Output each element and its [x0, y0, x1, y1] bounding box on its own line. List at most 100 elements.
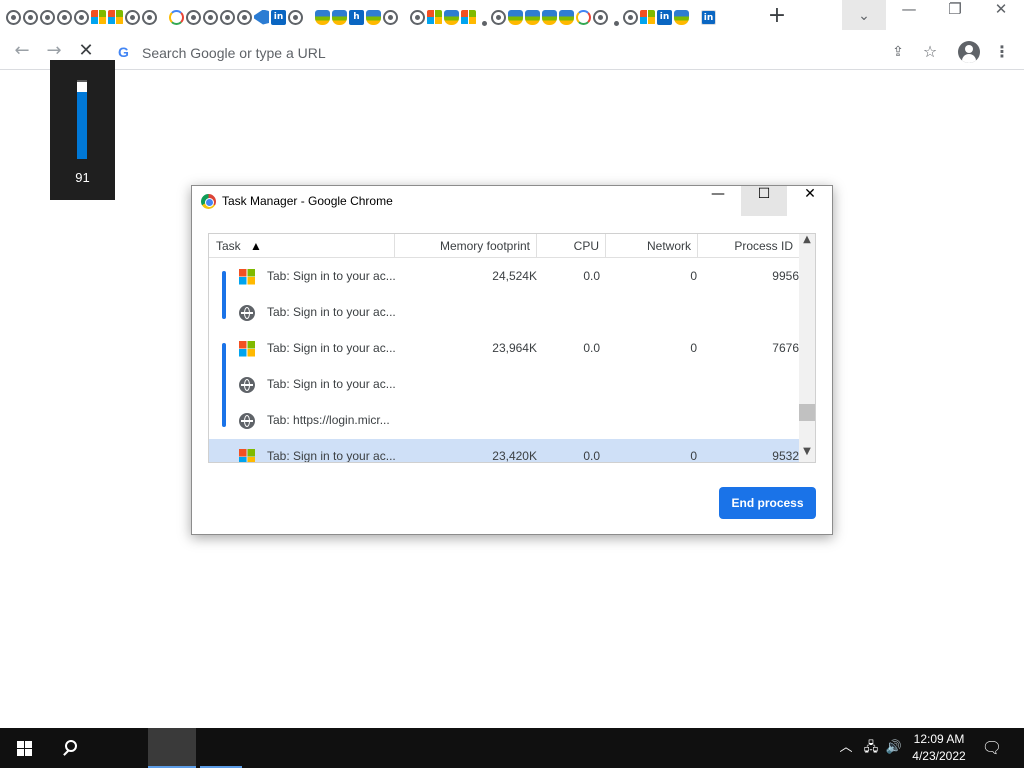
- process-id-value: 7676: [772, 341, 799, 355]
- tab-favicon-small[interactable]: [482, 21, 487, 26]
- window-close-button[interactable]: ✕: [978, 0, 1024, 30]
- tab-favicon-linkedin[interactable]: h: [349, 9, 364, 25]
- tab-favicon-generic[interactable]: [410, 9, 425, 25]
- table-row[interactable]: Tab: https://login.micr...: [209, 403, 799, 439]
- address-bar[interactable]: G Search Google or type a URL: [110, 38, 950, 66]
- column-header-memory[interactable]: Memory footprint: [395, 234, 537, 258]
- table-row[interactable]: Tab: Sign in to your ac... 24,524K 0.0 0…: [209, 259, 799, 295]
- tab-favicon-generic[interactable]: [57, 9, 72, 25]
- table-row[interactable]: Tab: Sign in to your ac...: [209, 295, 799, 331]
- tab-favicon-microsoft[interactable]: [461, 9, 476, 25]
- tab-favicon-sharepoint[interactable]: [366, 9, 381, 25]
- tab-favicon-generic[interactable]: [383, 9, 398, 25]
- tab-favicon-generic[interactable]: [6, 9, 21, 25]
- globe-icon: [239, 305, 255, 321]
- show-hidden-icons-chevron-icon[interactable]: ︿: [836, 738, 856, 758]
- tab-favicon-linkedin-active[interactable]: in: [701, 9, 716, 25]
- scroll-up-arrow-icon[interactable]: ▲: [799, 234, 815, 250]
- volume-slider-thumb[interactable]: [77, 82, 87, 92]
- column-header-task[interactable]: Task ▲: [209, 234, 395, 258]
- tab-favicon-generic[interactable]: [125, 9, 140, 25]
- tab-favicon-sharepoint[interactable]: [444, 9, 459, 25]
- address-bar-placeholder[interactable]: Search Google or type a URL: [142, 45, 326, 61]
- tab-favicon-generic[interactable]: [220, 9, 235, 25]
- tab-favicon-generic[interactable]: [237, 9, 252, 25]
- end-process-button[interactable]: End process: [719, 487, 816, 519]
- volume-icon[interactable]: 🔊: [884, 738, 904, 758]
- tab-favicon-generic[interactable]: [623, 9, 638, 25]
- vertical-scrollbar[interactable]: ▲ ▼: [799, 234, 815, 462]
- column-header-network[interactable]: Network: [606, 234, 698, 258]
- tab-separator: [400, 10, 408, 25]
- table-row[interactable]: Tab: Sign in to your ac... 23,964K 0.0 0…: [209, 331, 799, 367]
- taskbar-search-button[interactable]: [48, 728, 96, 768]
- tab-favicon-visual-studio[interactable]: [254, 9, 269, 25]
- tab-separator: [305, 10, 313, 25]
- kebab-menu-icon[interactable]: ⋮: [994, 42, 1010, 62]
- tab-favicon-sharepoint[interactable]: [332, 9, 347, 25]
- tab-favicon-microsoft[interactable]: [427, 9, 442, 25]
- clock-time: 12:09 AM: [913, 732, 965, 746]
- dialog-maximize-button[interactable]: ☐: [741, 186, 787, 216]
- tab-favicon-microsoft[interactable]: [91, 9, 106, 25]
- memory-value: 24,524K: [492, 269, 537, 283]
- tab-favicon-sharepoint[interactable]: [508, 9, 523, 25]
- tab-favicon-google[interactable]: [169, 9, 184, 25]
- tab-favicon-google[interactable]: [576, 9, 591, 25]
- network-value: 0: [690, 449, 697, 463]
- new-tab-button[interactable]: +: [766, 5, 788, 27]
- start-button[interactable]: [0, 728, 48, 768]
- tab-favicon-generic[interactable]: [593, 9, 608, 25]
- tab-favicon-microsoft[interactable]: [108, 9, 123, 25]
- tab-favicon-sharepoint[interactable]: [674, 9, 689, 25]
- table-row-selected[interactable]: Tab: Sign in to your ac... 23,420K 0.0 0…: [209, 439, 799, 463]
- tab-favicon-generic[interactable]: [203, 9, 218, 25]
- taskbar-app-chrome[interactable]: [148, 728, 196, 768]
- tab-favicon-sharepoint[interactable]: [315, 9, 330, 25]
- sort-ascending-icon: ▲: [250, 239, 262, 253]
- back-button[interactable]: ←: [10, 40, 34, 64]
- tab-favicon-linkedin[interactable]: in: [271, 9, 286, 25]
- volume-slider[interactable]: [77, 80, 87, 159]
- scrollbar-thumb[interactable]: [799, 404, 815, 421]
- tab-favicons[interactable]: in h in in: [6, 8, 718, 26]
- tab-favicon-generic[interactable]: [142, 9, 157, 25]
- tab-favicon-sharepoint[interactable]: [542, 9, 557, 25]
- process-table: Task ▲ Memory footprint CPU Network Proc…: [208, 233, 816, 463]
- column-header-cpu[interactable]: CPU: [537, 234, 606, 258]
- tab-favicon-microsoft[interactable]: [640, 9, 655, 25]
- task-name: Tab: Sign in to your ac...: [267, 449, 396, 463]
- profile-avatar-icon[interactable]: [958, 41, 980, 63]
- share-icon[interactable]: ⇪: [888, 42, 908, 62]
- tab-favicon-generic[interactable]: [74, 9, 89, 25]
- window-restore-button[interactable]: ❐: [932, 0, 978, 30]
- volume-slider-fill: [77, 87, 87, 159]
- scroll-down-arrow-icon[interactable]: ▼: [799, 446, 815, 462]
- tab-favicon-linkedin[interactable]: in: [657, 9, 672, 25]
- table-row[interactable]: Tab: Sign in to your ac...: [209, 367, 799, 403]
- action-center-notification-icon[interactable]: 🗨: [980, 736, 1004, 760]
- tab-favicon-generic[interactable]: [40, 9, 55, 25]
- column-header-process-id[interactable]: Process ID: [698, 234, 799, 258]
- dialog-close-button[interactable]: ✕: [787, 186, 833, 216]
- dialog-minimize-button[interactable]: —: [695, 186, 741, 216]
- table-body: Tab: Sign in to your ac... 24,524K 0.0 0…: [209, 259, 799, 463]
- tab-favicon-small[interactable]: [614, 21, 619, 26]
- tab-favicon-generic[interactable]: [288, 9, 303, 25]
- process-id-value: 9956: [772, 269, 799, 283]
- microsoft-logo-icon: [239, 341, 255, 357]
- browser-toolbar: ← → ✕ G Search Google or type a URL ⇪ ☆ …: [0, 34, 1024, 70]
- taskbar-app[interactable]: [200, 728, 242, 768]
- tab-favicon-generic[interactable]: [491, 9, 506, 25]
- bookmark-star-icon[interactable]: ☆: [920, 42, 940, 62]
- tab-search-button[interactable]: ⌄: [842, 0, 886, 30]
- tab-favicon-sharepoint[interactable]: [559, 9, 574, 25]
- network-icon[interactable]: 🖧: [861, 738, 881, 758]
- tab-favicon-sharepoint[interactable]: [525, 9, 540, 25]
- tab-favicon-generic[interactable]: [23, 9, 38, 25]
- window-minimize-button[interactable]: —: [886, 0, 932, 30]
- tab-separator: [691, 10, 699, 25]
- system-clock[interactable]: 12:09 AM 4/23/2022: [906, 731, 972, 765]
- microsoft-logo-icon: [239, 269, 255, 285]
- tab-favicon-generic[interactable]: [186, 9, 201, 25]
